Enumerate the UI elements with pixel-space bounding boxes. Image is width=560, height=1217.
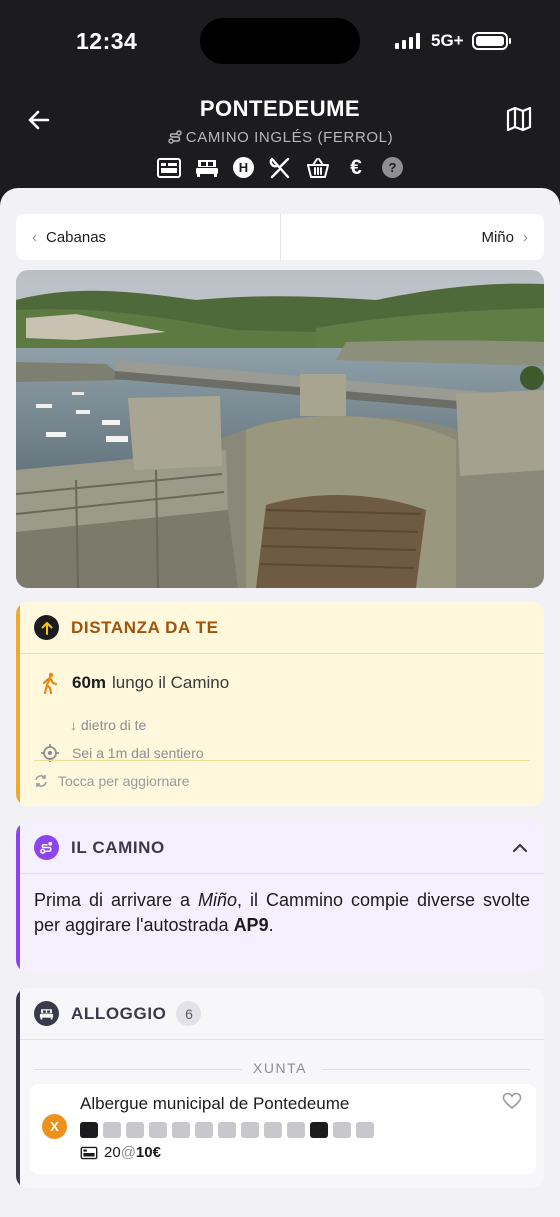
dryer-icon bbox=[195, 1122, 213, 1138]
distance-title: DISTANZA DA TE bbox=[71, 617, 219, 637]
refresh-button[interactable]: Tocca per aggiornare bbox=[34, 773, 190, 789]
map-button[interactable] bbox=[504, 104, 534, 134]
divider bbox=[34, 760, 530, 761]
bicycle-icon bbox=[310, 1122, 328, 1138]
place-name: Miño bbox=[197, 890, 237, 910]
accommodation-item[interactable]: X Albergue municipal de Pontedeume 20 @ … bbox=[30, 1084, 536, 1174]
refresh-text: Tocca per aggiornare bbox=[58, 773, 190, 789]
network-label: 5G+ bbox=[431, 31, 464, 50]
page-title: PONTEDEUME bbox=[199, 96, 361, 121]
dynamic-island bbox=[200, 18, 360, 64]
next-stage-button[interactable]: Miño › bbox=[281, 214, 545, 260]
xunta-badge: X bbox=[42, 1114, 67, 1139]
refresh-icon bbox=[35, 775, 47, 787]
locker-icon bbox=[264, 1122, 282, 1138]
amenities-row bbox=[80, 1122, 374, 1138]
pet-icon bbox=[356, 1122, 374, 1138]
at-symbol: @ bbox=[120, 1144, 136, 1161]
bed-icon bbox=[34, 1001, 59, 1026]
collapse-button[interactable] bbox=[510, 838, 530, 858]
bed-icon[interactable] bbox=[195, 156, 219, 180]
content-sheet: ‹ Cabanas Miño › DISTANZA DA TE 60m lung… bbox=[0, 188, 560, 1217]
stage-header: PONTEDEUME CAMINO INGLÉS (FERROL) H € ? bbox=[0, 84, 560, 188]
previous-stage-label: Cabanas bbox=[46, 228, 107, 246]
route-icon bbox=[34, 835, 59, 860]
pilgrim-icon bbox=[80, 1122, 98, 1138]
restaurant-icon[interactable] bbox=[268, 156, 292, 180]
camino-title: IL CAMINO bbox=[71, 837, 165, 857]
shop-icon[interactable] bbox=[306, 156, 330, 180]
accommodation-card: ALLOGGIO 6 XUNTA X Albergue municipal de… bbox=[16, 988, 544, 1188]
camino-card: IL CAMINO Prima di arrivare a Miño, il C… bbox=[16, 822, 544, 972]
status-bar: 12:34 5G+ bbox=[0, 0, 560, 84]
info-icon[interactable]: ? bbox=[382, 157, 403, 178]
previous-stage-button[interactable]: ‹ Cabanas bbox=[16, 214, 281, 260]
facility-icons: H € ? bbox=[0, 156, 560, 180]
chevron-up-icon bbox=[512, 843, 528, 853]
description-text: Prima di arrivare a bbox=[34, 890, 198, 910]
route-name: CAMINO INGLÉS (FERROL) bbox=[0, 129, 560, 146]
map-icon bbox=[506, 106, 532, 132]
cash-icon[interactable]: € bbox=[344, 156, 368, 180]
accommodation-count: 6 bbox=[176, 1001, 202, 1026]
camino-description: Prima di arrivare a Miño, il Cammino com… bbox=[34, 888, 530, 938]
distance-along-label: lungo il Camino bbox=[112, 673, 230, 692]
distance-value: 60m lungo il Camino bbox=[40, 672, 229, 694]
stage-photo[interactable] bbox=[16, 270, 544, 588]
road-name: AP9 bbox=[233, 915, 269, 935]
card-accent bbox=[16, 822, 20, 972]
breakfast-icon bbox=[241, 1122, 259, 1138]
beds-price: 20 @10€ bbox=[80, 1144, 161, 1161]
signal-icon bbox=[395, 33, 420, 49]
accommodation-name: Albergue municipal de Pontedeume bbox=[80, 1094, 350, 1113]
favorite-button[interactable] bbox=[502, 1092, 522, 1110]
direction-label: ↓ dietro di te bbox=[70, 717, 147, 733]
distance-card-header: DISTANZA DA TE bbox=[16, 602, 544, 654]
laundry-icon bbox=[149, 1122, 167, 1138]
pool-icon bbox=[333, 1122, 351, 1138]
clock: 12:34 bbox=[76, 28, 138, 54]
walking-icon bbox=[42, 672, 58, 694]
reception-icon bbox=[126, 1122, 144, 1138]
chevron-right-icon: › bbox=[523, 228, 528, 246]
stage-navigation: ‹ Cabanas Miño › bbox=[16, 214, 544, 260]
card-accent bbox=[16, 602, 20, 806]
accommodation-title: ALLOGGIO bbox=[71, 1003, 167, 1023]
wifi-off-icon bbox=[287, 1122, 305, 1138]
route-label: CAMINO INGLÉS (FERROL) bbox=[185, 129, 394, 146]
accommodation-card-header[interactable]: ALLOGGIO 6 bbox=[16, 988, 544, 1040]
kitchen-icon bbox=[172, 1122, 190, 1138]
bed-icon bbox=[103, 1122, 121, 1138]
direction-text: dietro di te bbox=[80, 717, 147, 733]
distance-amount: 60m bbox=[72, 673, 107, 692]
route-icon bbox=[168, 130, 182, 144]
camino-card-header[interactable]: IL CAMINO bbox=[16, 822, 544, 874]
arrow-up-icon bbox=[34, 615, 59, 640]
card-accent bbox=[16, 988, 20, 1188]
description-text: . bbox=[268, 915, 274, 935]
hotel-icon[interactable]: H bbox=[233, 157, 254, 178]
hostel-icon bbox=[80, 1146, 98, 1159]
heart-icon bbox=[502, 1092, 522, 1110]
chevron-left-icon: ‹ bbox=[32, 228, 37, 246]
meal-icon bbox=[218, 1122, 236, 1138]
distance-card: DISTANZA DA TE 60m lungo il Camino ↓ die… bbox=[16, 602, 544, 806]
hostel-icon[interactable] bbox=[157, 156, 181, 180]
battery-icon bbox=[472, 32, 511, 50]
beds-count: 20 bbox=[104, 1144, 121, 1161]
price: 10€ bbox=[135, 1144, 161, 1161]
group-label: XUNTA bbox=[16, 1060, 544, 1076]
offpath-text: Sei a 1m dal sentiero bbox=[72, 745, 204, 761]
next-stage-label: Miño bbox=[481, 228, 514, 246]
